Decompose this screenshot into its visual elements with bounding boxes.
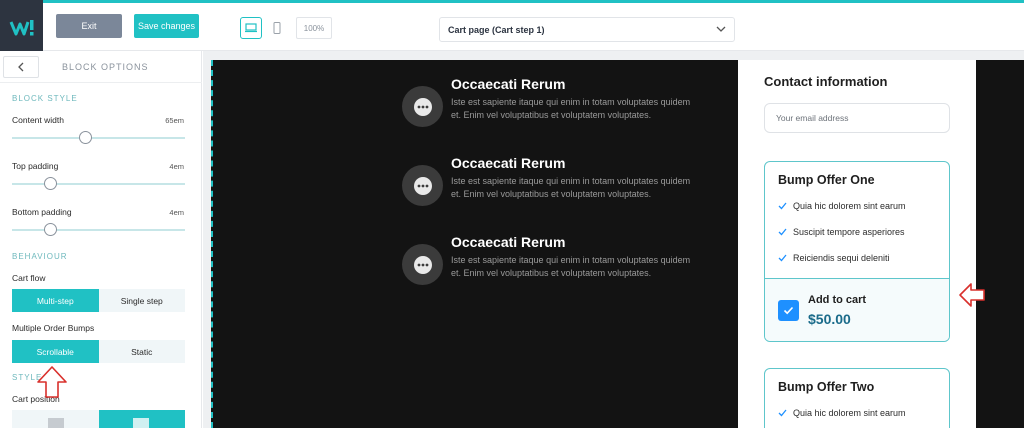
- cart-position-options: [12, 410, 185, 428]
- list-item: Quia hic dolorem sint earum: [778, 201, 906, 211]
- page-select-value: Cart page (Cart step 1): [448, 24, 545, 35]
- order-bumps-scrollable[interactable]: Scrollable: [12, 340, 99, 363]
- bump-offer-one: Bump Offer One Quia hic dolorem sint ear…: [764, 161, 950, 342]
- bump-add-to-cart: Add to cart $50.00: [765, 278, 949, 341]
- chat-bubble-icon: [402, 244, 443, 285]
- feature-text: Iste est sapiente itaque qui enim in tot…: [451, 255, 691, 278]
- bottom-padding-label: Bottom padding: [12, 207, 72, 217]
- back-button[interactable]: [3, 56, 39, 78]
- check-icon: [783, 306, 794, 315]
- brand-logo-icon[interactable]: [0, 0, 43, 53]
- email-placeholder: Your email address: [776, 113, 849, 123]
- sidebar-title: BLOCK OPTIONS: [62, 62, 149, 72]
- bottom-padding-knob[interactable]: [44, 223, 58, 236]
- cart-flow-single-step[interactable]: Single step: [98, 289, 185, 312]
- add-to-cart-label: Add to cart: [808, 294, 867, 306]
- list-item: Suscipit tempore asperiores: [778, 227, 905, 237]
- order-bumps-toggle: Scrollable Static: [12, 340, 185, 363]
- check-icon: [778, 228, 787, 236]
- desktop-view-icon[interactable]: [240, 17, 262, 39]
- section-block-style: BLOCK STYLE: [12, 94, 78, 103]
- top-padding-slider[interactable]: [12, 177, 185, 190]
- top-padding-value: 4em: [169, 162, 184, 171]
- cart-flow-toggle: Multi-step Single step: [12, 289, 185, 312]
- list-item: Reiciendis sequi deleniti: [778, 253, 890, 263]
- feature-title: Occaecati Rerum: [451, 155, 566, 171]
- feature-text: Iste est sapiente itaque qui enim in tot…: [451, 176, 691, 199]
- top-bar: Exit Save changes 100% Cart page (Cart s…: [0, 0, 1024, 53]
- arrow-up-icon: [37, 366, 67, 398]
- app-root: Exit Save changes 100% Cart page (Cart s…: [0, 0, 1024, 428]
- page-select[interactable]: Cart page (Cart step 1): [439, 17, 735, 42]
- check-icon: [778, 202, 787, 210]
- bump-title: Bump Offer One: [778, 173, 875, 187]
- chevron-left-icon: [18, 62, 24, 72]
- chat-bubble-icon: [402, 165, 443, 206]
- feature-title: Occaecati Rerum: [451, 76, 566, 92]
- email-field[interactable]: Your email address: [764, 103, 950, 133]
- arrow-left-icon: [959, 283, 985, 307]
- canvas-right-edge: [977, 60, 1024, 428]
- content-width-value: 65em: [165, 116, 184, 125]
- chat-bubble-icon: [402, 86, 443, 127]
- cart-flow-multi-step[interactable]: Multi-step: [12, 289, 99, 312]
- layout-right-icon: [132, 418, 149, 428]
- check-icon: [778, 409, 787, 417]
- check-icon: [778, 254, 787, 262]
- bump-offer-two: Bump Offer Two Quia hic dolorem sint ear…: [764, 368, 950, 428]
- content-width-knob[interactable]: [78, 131, 92, 144]
- mobile-view-icon[interactable]: [268, 17, 286, 39]
- order-bumps-static[interactable]: Static: [98, 340, 185, 363]
- cart-flow-label: Cart flow: [12, 273, 46, 283]
- bottom-padding-value: 4em: [169, 208, 184, 217]
- sidebar-header: BLOCK OPTIONS: [0, 51, 202, 83]
- layout-left-icon: [48, 418, 64, 428]
- top-padding-knob[interactable]: [44, 177, 58, 190]
- content-width-slider[interactable]: [12, 131, 185, 144]
- add-to-cart-checkbox[interactable]: [778, 300, 799, 321]
- content-width-label: Content width: [12, 115, 64, 125]
- feature-text: Iste est sapiente itaque qui enim in tot…: [451, 97, 691, 120]
- bump-title: Bump Offer Two: [778, 380, 875, 394]
- chevron-down-icon: [716, 24, 726, 36]
- section-behaviour: BEHAVIOUR: [12, 252, 68, 261]
- cart-position-left[interactable]: [12, 410, 99, 428]
- save-changes-button[interactable]: Save changes: [134, 14, 199, 38]
- zoom-level[interactable]: 100%: [296, 17, 332, 39]
- top-padding-label: Top padding: [12, 161, 59, 171]
- bump-price: $50.00: [808, 311, 851, 327]
- feature-title: Occaecati Rerum: [451, 234, 566, 250]
- contact-title: Contact information: [764, 74, 888, 89]
- cart-position-right[interactable]: [98, 410, 185, 428]
- block-options-sidebar: BLOCK OPTIONS BLOCK STYLE Content width …: [0, 51, 202, 428]
- list-item: Quia hic dolorem sint earum: [778, 408, 906, 418]
- order-bumps-label: Multiple Order Bumps: [12, 323, 95, 333]
- exit-button[interactable]: Exit: [56, 14, 122, 38]
- bottom-padding-slider[interactable]: [12, 223, 185, 236]
